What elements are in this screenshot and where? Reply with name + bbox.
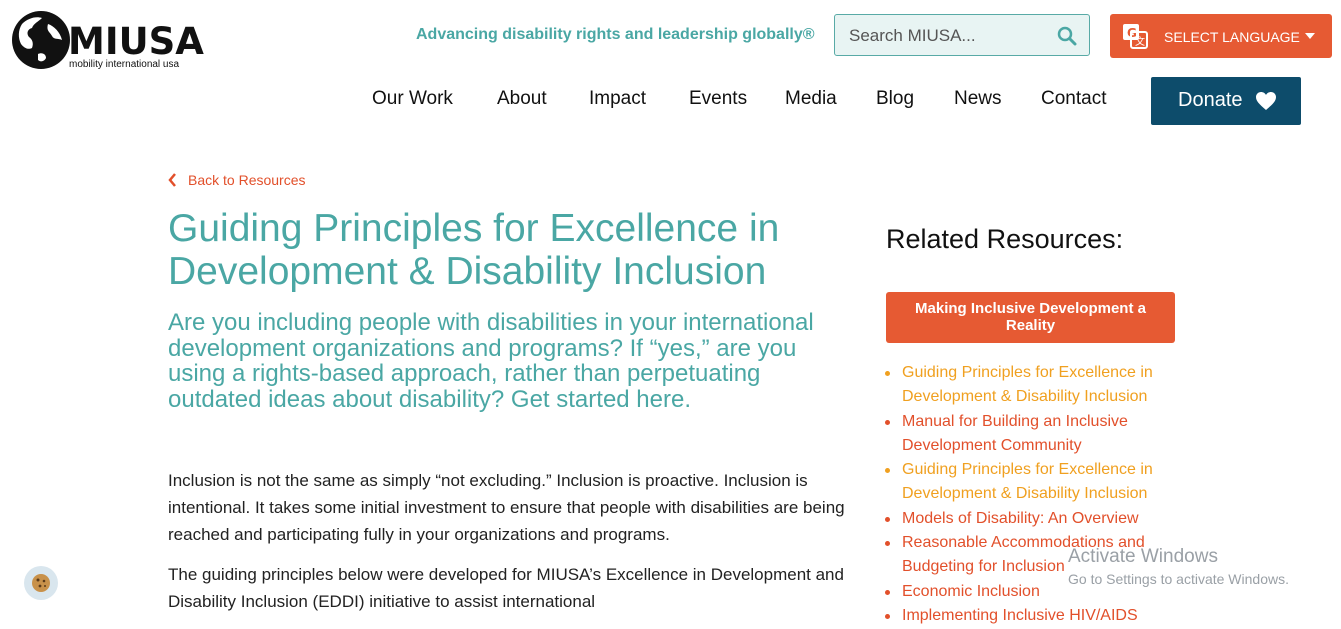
logo-wordmark: MIUSA (68, 20, 204, 63)
activate-windows-subtitle: Go to Settings to activate Windows. (1068, 571, 1289, 587)
list-item-label: Economic Inclusion (902, 582, 1040, 600)
back-to-resources-label: Back to Resources (188, 172, 306, 188)
list-item-label: Guiding Principles for Excellence in Dev… (902, 364, 1153, 405)
bullet-icon (885, 541, 890, 546)
related-resources-heading: Related Resources: (886, 224, 1124, 254)
chevron-left-icon (168, 173, 176, 187)
featured-resource-button[interactable]: Making Inclusive Development a Reality (886, 292, 1175, 343)
nav-about[interactable]: About (497, 88, 547, 110)
bullet-icon (885, 589, 890, 595)
nav-impact[interactable]: Impact (589, 88, 646, 110)
tagline: Advancing disability rights and leadersh… (416, 26, 815, 43)
donate-label: Donate (1178, 89, 1243, 111)
search-input[interactable] (849, 24, 1049, 48)
translate-icon: G 文 (1123, 24, 1148, 49)
list-item-label: Manual for Building an Inclusive Develop… (902, 412, 1128, 454)
svg-text:文: 文 (1135, 35, 1145, 48)
select-language-button[interactable]: G 文 SELECT LANGUAGE (1110, 14, 1332, 58)
list-item-label: Implementing Inclusive HIV/AIDS (902, 607, 1138, 624)
globe-icon (12, 11, 70, 69)
nav-blog[interactable]: Blog (876, 88, 914, 110)
cookie-settings-button[interactable] (24, 566, 58, 600)
nav-events[interactable]: Events (689, 88, 747, 110)
body-paragraph: Inclusion is not the same as simply “not… (168, 471, 845, 544)
heart-icon (1256, 92, 1276, 110)
search-icon[interactable] (1057, 26, 1077, 46)
nav-news[interactable]: News (954, 88, 1002, 110)
list-item[interactable]: Guiding Principles for Excellence in Dev… (884, 361, 1184, 409)
donate-button[interactable]: Donate (1151, 77, 1301, 125)
page-title: Guiding Principles for Excellence in Dev… (168, 207, 780, 293)
list-item[interactable]: Models of Disability: An Overview (884, 507, 1184, 531)
activate-windows-title: Activate Windows (1068, 546, 1218, 567)
list-item[interactable]: Implementing Inclusive HIV/AIDS (884, 604, 1184, 628)
list-item[interactable]: Manual for Building an Inclusive Develop… (884, 410, 1184, 458)
list-item-label: Models of Disability: An Overview (902, 509, 1139, 527)
bullet-icon (885, 371, 890, 376)
bullet-icon (885, 468, 890, 473)
nav-contact[interactable]: Contact (1041, 88, 1106, 110)
bullet-icon (885, 419, 890, 425)
bullet-icon (885, 614, 890, 619)
lead-paragraph: Are you including people with disabiliti… (168, 309, 814, 413)
caret-down-icon (1305, 33, 1315, 39)
body-paragraph: The guiding principles below were develo… (168, 565, 844, 611)
search-box (834, 14, 1090, 56)
list-item[interactable]: Guiding Principles for Excellence in Dev… (884, 458, 1184, 506)
select-language-label: SELECT LANGUAGE (1164, 29, 1300, 45)
bullet-icon (885, 516, 890, 522)
cookie-icon (32, 574, 50, 592)
miusa-logo[interactable]: MIUSA mobility international usa (8, 4, 204, 72)
activate-windows-watermark: Activate Windows Go to Settings to activ… (1068, 546, 1289, 587)
related-resources-list: Guiding Principles for Excellence in Dev… (884, 361, 1184, 629)
nav-our-work[interactable]: Our Work (372, 88, 453, 110)
logo-subtext: mobility international usa (69, 59, 180, 70)
list-item-label: Guiding Principles for Excellence in Dev… (902, 461, 1153, 502)
nav-media[interactable]: Media (785, 88, 837, 110)
